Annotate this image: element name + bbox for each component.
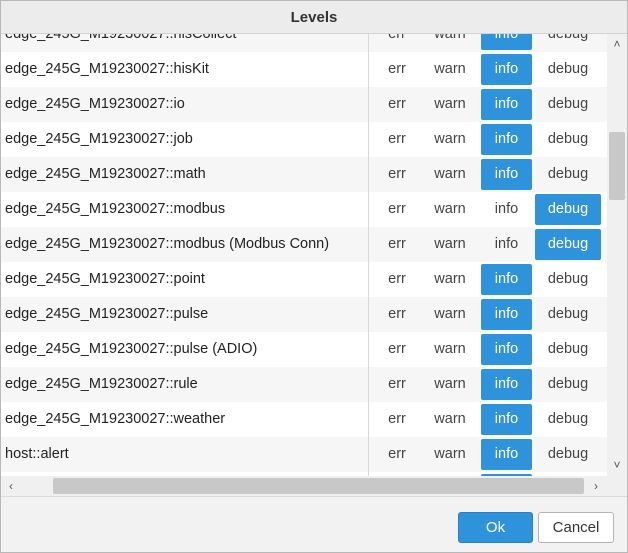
level-warn-button[interactable]: warn xyxy=(425,89,475,120)
logger-name: host::alert xyxy=(1,437,369,472)
level-warn-button[interactable]: warn xyxy=(425,124,475,155)
level-info-button[interactable]: info xyxy=(481,34,532,50)
level-debug-button[interactable]: debug xyxy=(535,159,601,190)
level-warn-button[interactable]: warn xyxy=(425,34,475,50)
level-info-button[interactable]: info xyxy=(481,334,532,365)
logger-name: edge_245G_M19230027::weather xyxy=(1,402,369,437)
scroll-corner xyxy=(607,476,627,496)
table-row: edge_245G_M19230027::io err warn info debug xyxy=(1,87,607,122)
level-info-button[interactable]: info xyxy=(481,404,532,435)
logger-name: edge_245G_M19230027::point xyxy=(1,262,369,297)
levels-list[interactable]: edge_245G_M19230027::hisCollect err warn in… xyxy=(1,34,607,476)
level-info-button[interactable]: info xyxy=(481,89,532,120)
chevron-right-icon[interactable]: › xyxy=(586,479,606,493)
level-warn-button[interactable]: warn xyxy=(425,54,475,85)
logger-name: edge_245G_M19230027::io xyxy=(1,87,369,122)
levels-dialog: Levels edge_245G_M19230027::hisCollecter… xyxy=(0,0,628,553)
level-err-button[interactable]: err xyxy=(375,229,419,260)
chevron-down-icon[interactable]: ˅ xyxy=(607,458,627,472)
logger-name: edge_245G_M19230027::pulse (ADIO) xyxy=(1,332,369,367)
ok-button[interactable]: Ok xyxy=(458,512,533,543)
level-info-button[interactable]: info xyxy=(481,299,532,330)
dialog-footer: Ok Cancel xyxy=(1,496,627,552)
chevron-up-icon[interactable]: ˄ xyxy=(607,37,627,51)
level-info-button[interactable]: info xyxy=(481,439,532,470)
cancel-button[interactable]: Cancel xyxy=(538,512,614,543)
dialog-title: Levels xyxy=(1,1,627,34)
level-err-button[interactable]: err xyxy=(375,334,419,365)
logger-name: edge_245G_M19230027::hisKit xyxy=(1,52,369,87)
level-err-button[interactable]: err xyxy=(375,89,419,120)
level-debug-button[interactable]: debug xyxy=(535,264,601,295)
level-warn-button[interactable]: warn xyxy=(425,264,475,295)
levels-rows: edge_245G_M19230027::hisCollect err warn in… xyxy=(1,34,607,476)
table-row: edge_245G_M19230027::math err warn info debu… xyxy=(1,157,607,192)
vertical-scroll-thumb[interactable] xyxy=(609,132,625,200)
table-row: edge_245G_M19230027::hisCollect err warn in… xyxy=(1,34,607,52)
level-debug-button[interactable]: debug xyxy=(535,439,601,470)
level-err-button[interactable]: err xyxy=(375,194,419,225)
table-row: edge_245G_M19230027::job err warn info debug xyxy=(1,122,607,157)
logger-name: edge_245G_M19230027::rule xyxy=(1,367,369,402)
level-debug-button[interactable]: debug xyxy=(535,334,601,365)
level-info-button[interactable]: info xyxy=(481,54,532,85)
level-debug-button[interactable]: debug xyxy=(535,34,601,50)
table-row: edge_245G_M19230027::point err warn info deb… xyxy=(1,262,607,297)
level-info-button[interactable]: info xyxy=(481,229,532,260)
level-info-button[interactable]: info xyxy=(481,124,532,155)
logger-name: edge_245G_M19230027::pulse xyxy=(1,297,369,332)
level-debug-button[interactable]: debug xyxy=(535,404,601,435)
level-debug-button[interactable]: debug xyxy=(535,369,601,400)
table-row: host::alert err warn info debug xyxy=(1,437,607,472)
level-err-button[interactable]: err xyxy=(375,159,419,190)
logger-name: edge_245G_M19230027::modbus (Modbus Conn… xyxy=(1,227,369,262)
level-err-button[interactable]: err xyxy=(375,34,419,50)
level-debug-button[interactable]: debug xyxy=(535,124,601,155)
table-row: edge_245G_M19230027::hisKit err warn info de… xyxy=(1,52,607,87)
logger-name: edge_245G_M19230027::hisCollect xyxy=(1,34,369,52)
level-warn-button[interactable]: warn xyxy=(425,439,475,470)
logger-name: edge_245G_M19230027::modbus xyxy=(1,192,369,227)
level-warn-button[interactable]: warn xyxy=(425,159,475,190)
level-warn-button[interactable]: warn xyxy=(425,194,475,225)
level-debug-button[interactable]: debug xyxy=(535,229,601,260)
logger-name: edge_245G_M19230027::math xyxy=(1,157,369,192)
table-row: edge_245G_M19230027::weather err warn info d… xyxy=(1,402,607,437)
level-debug-button[interactable]: debug xyxy=(535,299,601,330)
level-err-button[interactable]: err xyxy=(375,299,419,330)
level-warn-button[interactable]: warn xyxy=(425,334,475,365)
level-debug-button[interactable]: debug xyxy=(535,54,601,85)
chevron-left-icon[interactable]: ‹ xyxy=(1,479,21,493)
level-info-button[interactable]: info xyxy=(481,369,532,400)
level-info-button[interactable]: info xyxy=(481,194,532,225)
level-err-button[interactable]: err xyxy=(375,124,419,155)
level-info-button[interactable]: info xyxy=(481,159,532,190)
table-row: edge_245G_M19230027::modbus err warn info de… xyxy=(1,192,607,227)
level-err-button[interactable]: err xyxy=(375,369,419,400)
table-row: edge_245G_M19230027::pulse (ADIO) err warn… xyxy=(1,332,607,367)
level-warn-button[interactable]: warn xyxy=(425,299,475,330)
table-row: edge_245G_M19230027::rule err warn info debu… xyxy=(1,367,607,402)
level-warn-button[interactable]: warn xyxy=(425,229,475,260)
logger-name: edge_245G_M19230027::job xyxy=(1,122,369,157)
level-err-button[interactable]: err xyxy=(375,439,419,470)
table-row: edge_245G_M19230027::pulse err warn info deb… xyxy=(1,297,607,332)
horizontal-scrollbar[interactable]: ‹ › xyxy=(1,476,607,496)
level-warn-button[interactable]: warn xyxy=(425,369,475,400)
level-info-button[interactable]: info xyxy=(481,264,532,295)
level-warn-button[interactable]: warn xyxy=(425,404,475,435)
level-debug-button[interactable]: debug xyxy=(535,89,601,120)
level-err-button[interactable]: err xyxy=(375,264,419,295)
level-debug-button[interactable]: debug xyxy=(535,194,601,225)
horizontal-scroll-thumb[interactable] xyxy=(53,478,584,494)
table-row: edge_245G_M19230027::modbus (Modbus Conn… xyxy=(1,227,607,262)
vertical-scrollbar[interactable]: ˄ ˅ xyxy=(607,34,627,476)
level-err-button[interactable]: err xyxy=(375,54,419,85)
level-err-button[interactable]: err xyxy=(375,404,419,435)
